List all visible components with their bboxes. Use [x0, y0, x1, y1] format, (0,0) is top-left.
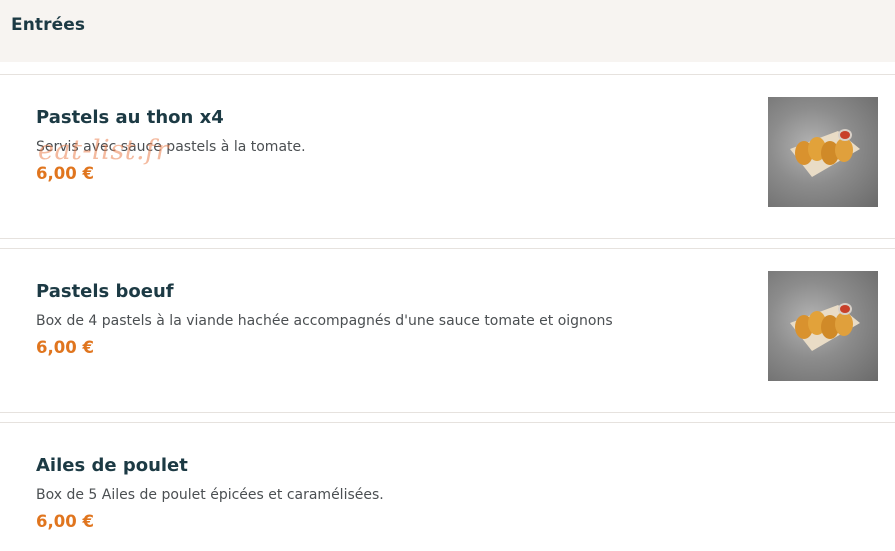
item-name: Pastels au thon x4 [36, 107, 224, 128]
section-header: Entrées [0, 0, 895, 62]
item-name: Pastels boeuf [36, 281, 174, 302]
item-image[interactable] [768, 97, 878, 207]
item-description: Box de 5 Ailes de poulet épicées et cara… [36, 487, 384, 503]
item-price: 6,00 € [36, 164, 94, 183]
section-title: Entrées [11, 15, 86, 35]
item-description: Box de 4 pastels à la viande hachée acco… [36, 313, 613, 329]
item-description: Servis avec sauce pastels à la tomate. [36, 139, 306, 155]
divider [0, 238, 895, 239]
item-image[interactable] [768, 271, 878, 381]
menu-item[interactable]: Ailes de poulet Box de 5 Ailes de poulet… [0, 423, 895, 551]
item-price: 6,00 € [36, 338, 94, 357]
menu-item[interactable]: Pastels boeuf Box de 4 pastels à la vian… [0, 249, 895, 412]
menu-item[interactable]: Pastels au thon x4 Servis avec sauce pas… [0, 75, 895, 238]
divider [0, 412, 895, 413]
item-price: 6,00 € [36, 512, 94, 531]
item-name: Ailes de poulet [36, 455, 188, 476]
